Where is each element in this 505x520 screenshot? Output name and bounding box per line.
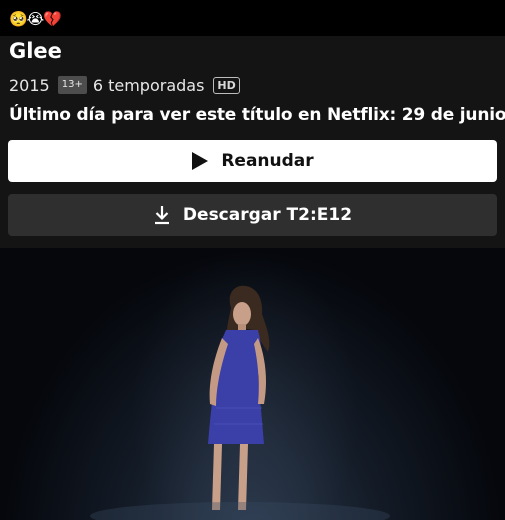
download-icon: [154, 206, 169, 225]
download-button[interactable]: Descargar T2:E12: [8, 194, 497, 236]
download-label: Descargar T2:E12: [182, 205, 353, 225]
resume-button[interactable]: Reanudar: [8, 140, 497, 182]
show-meta: 2015 13+ 6 temporadas HD: [9, 74, 240, 96]
hd-badge: HD: [213, 76, 240, 94]
resume-label: Reanudar: [221, 151, 314, 171]
maturity-rating-badge: 13+: [57, 76, 87, 94]
video-preview[interactable]: [0, 248, 505, 520]
expiry-notice: Último día para ver este título en Netfl…: [9, 105, 505, 125]
season-count: 6 temporadas: [92, 75, 205, 95]
show-title: Glee: [9, 39, 62, 63]
performer-figure: [90, 285, 390, 520]
play-icon: [192, 152, 209, 170]
emoji-status: 🥺😭💔: [9, 10, 62, 28]
release-year: 2015: [9, 75, 50, 95]
status-strip: 🥺😭💔: [0, 0, 505, 36]
